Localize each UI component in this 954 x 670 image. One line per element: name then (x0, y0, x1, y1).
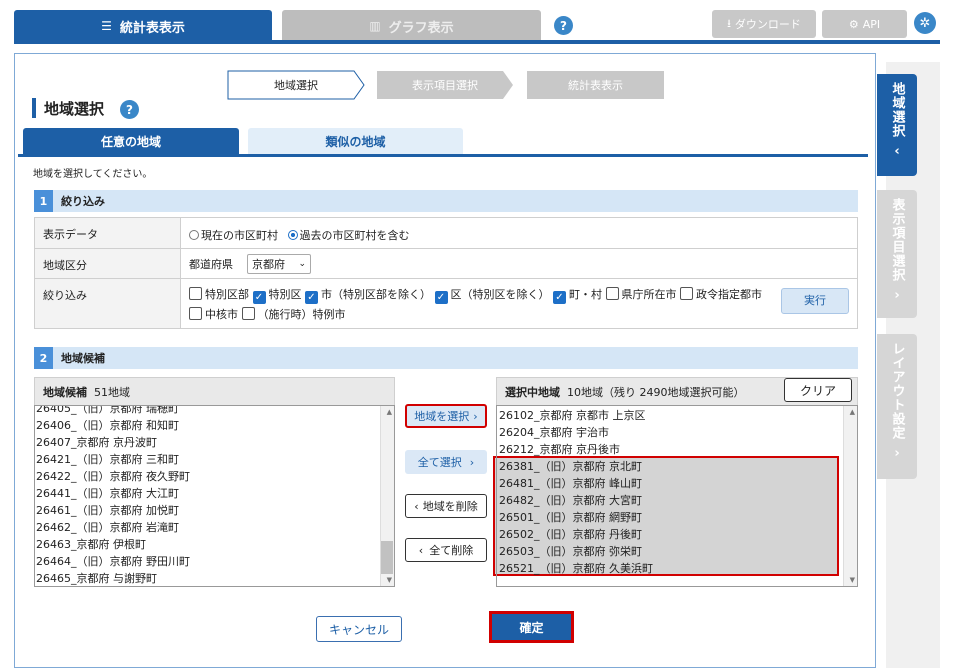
list-item[interactable]: 26464_（旧）京都府 野田川町 (36, 553, 376, 570)
candidates-list[interactable]: 26405_（旧）京都府 瑞穂町 26406_（旧）京都府 和知町 26407_… (34, 405, 395, 587)
checkbox-special-district[interactable]: ✓ 特別区 (252, 288, 302, 304)
list-item[interactable]: 26405_（旧）京都府 瑞穂町 (36, 406, 376, 417)
section-filter-header: 1 絞り込み (34, 190, 858, 212)
area-class-label: 地域区分 (35, 249, 181, 278)
scroll-up-icon: ▲ (849, 408, 855, 416)
select-all-button[interactable]: 全て選択 › (405, 450, 487, 474)
checkbox-city[interactable]: ✓ 市（特別区部を除く） (305, 288, 431, 304)
radio-past[interactable]: 過去の市区町村を含む (287, 229, 410, 242)
side-tab-item-select[interactable]: 表示項目選択 › (877, 190, 917, 318)
cancel-button[interactable]: キャンセル (316, 616, 402, 642)
list-item[interactable]: 26481_（旧）京都府 峰山町 (499, 475, 839, 492)
checkbox-core-city[interactable]: 中核市 (189, 307, 238, 321)
select-area-button[interactable]: 地域を選択 › (405, 404, 487, 428)
chevron-left-icon: ‹ (414, 499, 419, 513)
top-divider (14, 40, 940, 44)
chevron-right-icon: › (894, 288, 900, 303)
checkbox-special-city[interactable]: （施行時）特例市 (241, 307, 346, 321)
display-data-label: 表示データ (35, 218, 181, 248)
download-button[interactable]: ⭳ ダウンロード (712, 10, 816, 38)
prefecture-select[interactable]: 京都府 ⌄ (247, 253, 311, 274)
network-icon[interactable]: ✲ (914, 12, 936, 34)
list-item[interactable]: 26406_（旧）京都府 和知町 (36, 417, 376, 434)
list-item[interactable]: 26102_京都府 京都市 上京区 (499, 407, 839, 424)
list-item[interactable]: 26204_京都府 宇治市 (499, 424, 839, 441)
scrollbar[interactable]: ▲ ▼ (380, 406, 394, 586)
api-button[interactable]: ⚙ API (822, 10, 907, 38)
clear-button[interactable]: クリア (784, 378, 852, 402)
radio-current[interactable]: 現在の市区町村 (189, 229, 278, 242)
scroll-down-icon: ▼ (386, 576, 392, 584)
page-title: 地域選択 (44, 100, 105, 118)
tab-graph[interactable]: ▥ グラフ表示 (282, 10, 541, 42)
subtab-divider (18, 154, 868, 157)
chevron-right-icon: › (894, 446, 900, 461)
list-item[interactable]: 26521_（旧）京都府 久美浜町 (499, 560, 839, 577)
list-item[interactable]: 26465_京都府 与謝野町 (36, 570, 376, 586)
chevron-right-icon: › (469, 455, 475, 469)
tab-any-area[interactable]: 任意の地域 (23, 128, 239, 155)
tab-stats-table[interactable]: ☰ 統計表表示 (14, 10, 272, 42)
list-item[interactable]: 26503_（旧）京都府 弥栄町 (499, 543, 839, 560)
list-item[interactable]: 26421_（旧）京都府 三和町 (36, 451, 376, 468)
chevron-left-icon: ‹ (894, 144, 900, 159)
section-candidates-header: 2 地域候補 (34, 347, 858, 369)
side-tab-area-select[interactable]: 地域選択 ‹ (877, 74, 917, 176)
list-item[interactable]: 26441_（旧）京都府 大江町 (36, 485, 376, 502)
tab-stats-table-label: 統計表表示 (119, 20, 185, 36)
execute-button[interactable]: 実行 (781, 288, 849, 314)
checkbox-ward[interactable]: ✓ 区（特別区を除く） (434, 288, 550, 304)
list-item[interactable]: 26212_京都府 京丹後市 (499, 441, 839, 458)
scroll-down-icon: ▼ (849, 576, 855, 584)
narrow-label: 絞り込み (35, 279, 181, 328)
title-accent (32, 98, 36, 118)
bar-chart-icon: ▥ (369, 19, 381, 33)
list-item[interactable]: 26502_（旧）京都府 丹後町 (499, 526, 839, 543)
filter-table: 表示データ 現在の市区町村 過去の市区町村を含む 地域区分 都道府県 京都府 ⌄… (34, 217, 858, 329)
list-icon: ☰ (101, 19, 112, 33)
checkbox-town-village[interactable]: ✓ 町・村 (553, 288, 602, 304)
checkbox-pref-capital[interactable]: 県庁所在市 (605, 287, 677, 301)
help-icon[interactable]: ? (554, 16, 573, 35)
list-item[interactable]: 26463_京都府 伊根町 (36, 536, 376, 553)
download-icon: ⭳ (727, 16, 731, 30)
step-table-display: 統計表表示 (568, 79, 623, 92)
list-item[interactable]: 26482_（旧）京都府 大宮町 (499, 492, 839, 509)
chevron-down-icon: ⌄ (298, 258, 306, 269)
list-item[interactable]: 26501_（旧）京都府 網野町 (499, 509, 839, 526)
list-item[interactable]: 26407_京都府 京丹波町 (36, 434, 376, 451)
checkbox-designated-city[interactable]: 政令指定都市 (680, 287, 762, 301)
instruction-text: 地域を選択してください。 (33, 169, 153, 180)
prefecture-label: 都道府県 (189, 257, 233, 271)
list-item[interactable]: 26381_（旧）京都府 京北町 (499, 458, 839, 475)
tab-graph-label: グラフ表示 (388, 20, 454, 36)
list-item[interactable]: 26461_（旧）京都府 加悦町 (36, 502, 376, 519)
chevron-right-icon: › (473, 409, 478, 423)
remove-all-button[interactable]: ‹ 全て削除 (405, 538, 487, 562)
remove-area-button[interactable]: ‹ 地域を削除 (405, 494, 487, 518)
side-tab-layout[interactable]: レイアウト設定 › (877, 334, 917, 479)
list-item[interactable]: 26422_（旧）京都府 夜久野町 (36, 468, 376, 485)
selected-list[interactable]: 26102_京都府 京都市 上京区 26204_京都府 宇治市 26212_京都… (496, 405, 858, 587)
step-item-select: 表示項目選択 (412, 79, 478, 92)
tab-similar-area[interactable]: 類似の地域 (248, 128, 463, 155)
scrollbar[interactable]: ▲ ▼ (843, 406, 857, 586)
step-area-select: 地域選択 (274, 79, 318, 92)
help-icon[interactable]: ? (120, 100, 139, 119)
candidates-header: 地域候補 51地域 (34, 377, 395, 405)
scroll-up-icon: ▲ (386, 408, 392, 416)
gears-icon: ⚙ (848, 17, 859, 31)
checkbox-special-ward[interactable]: 特別区部 (189, 287, 249, 301)
chevron-left-icon: ‹ (418, 543, 424, 557)
confirm-button[interactable]: 確定 (489, 611, 574, 643)
list-item[interactable]: 26462_（旧）京都府 岩滝町 (36, 519, 376, 536)
